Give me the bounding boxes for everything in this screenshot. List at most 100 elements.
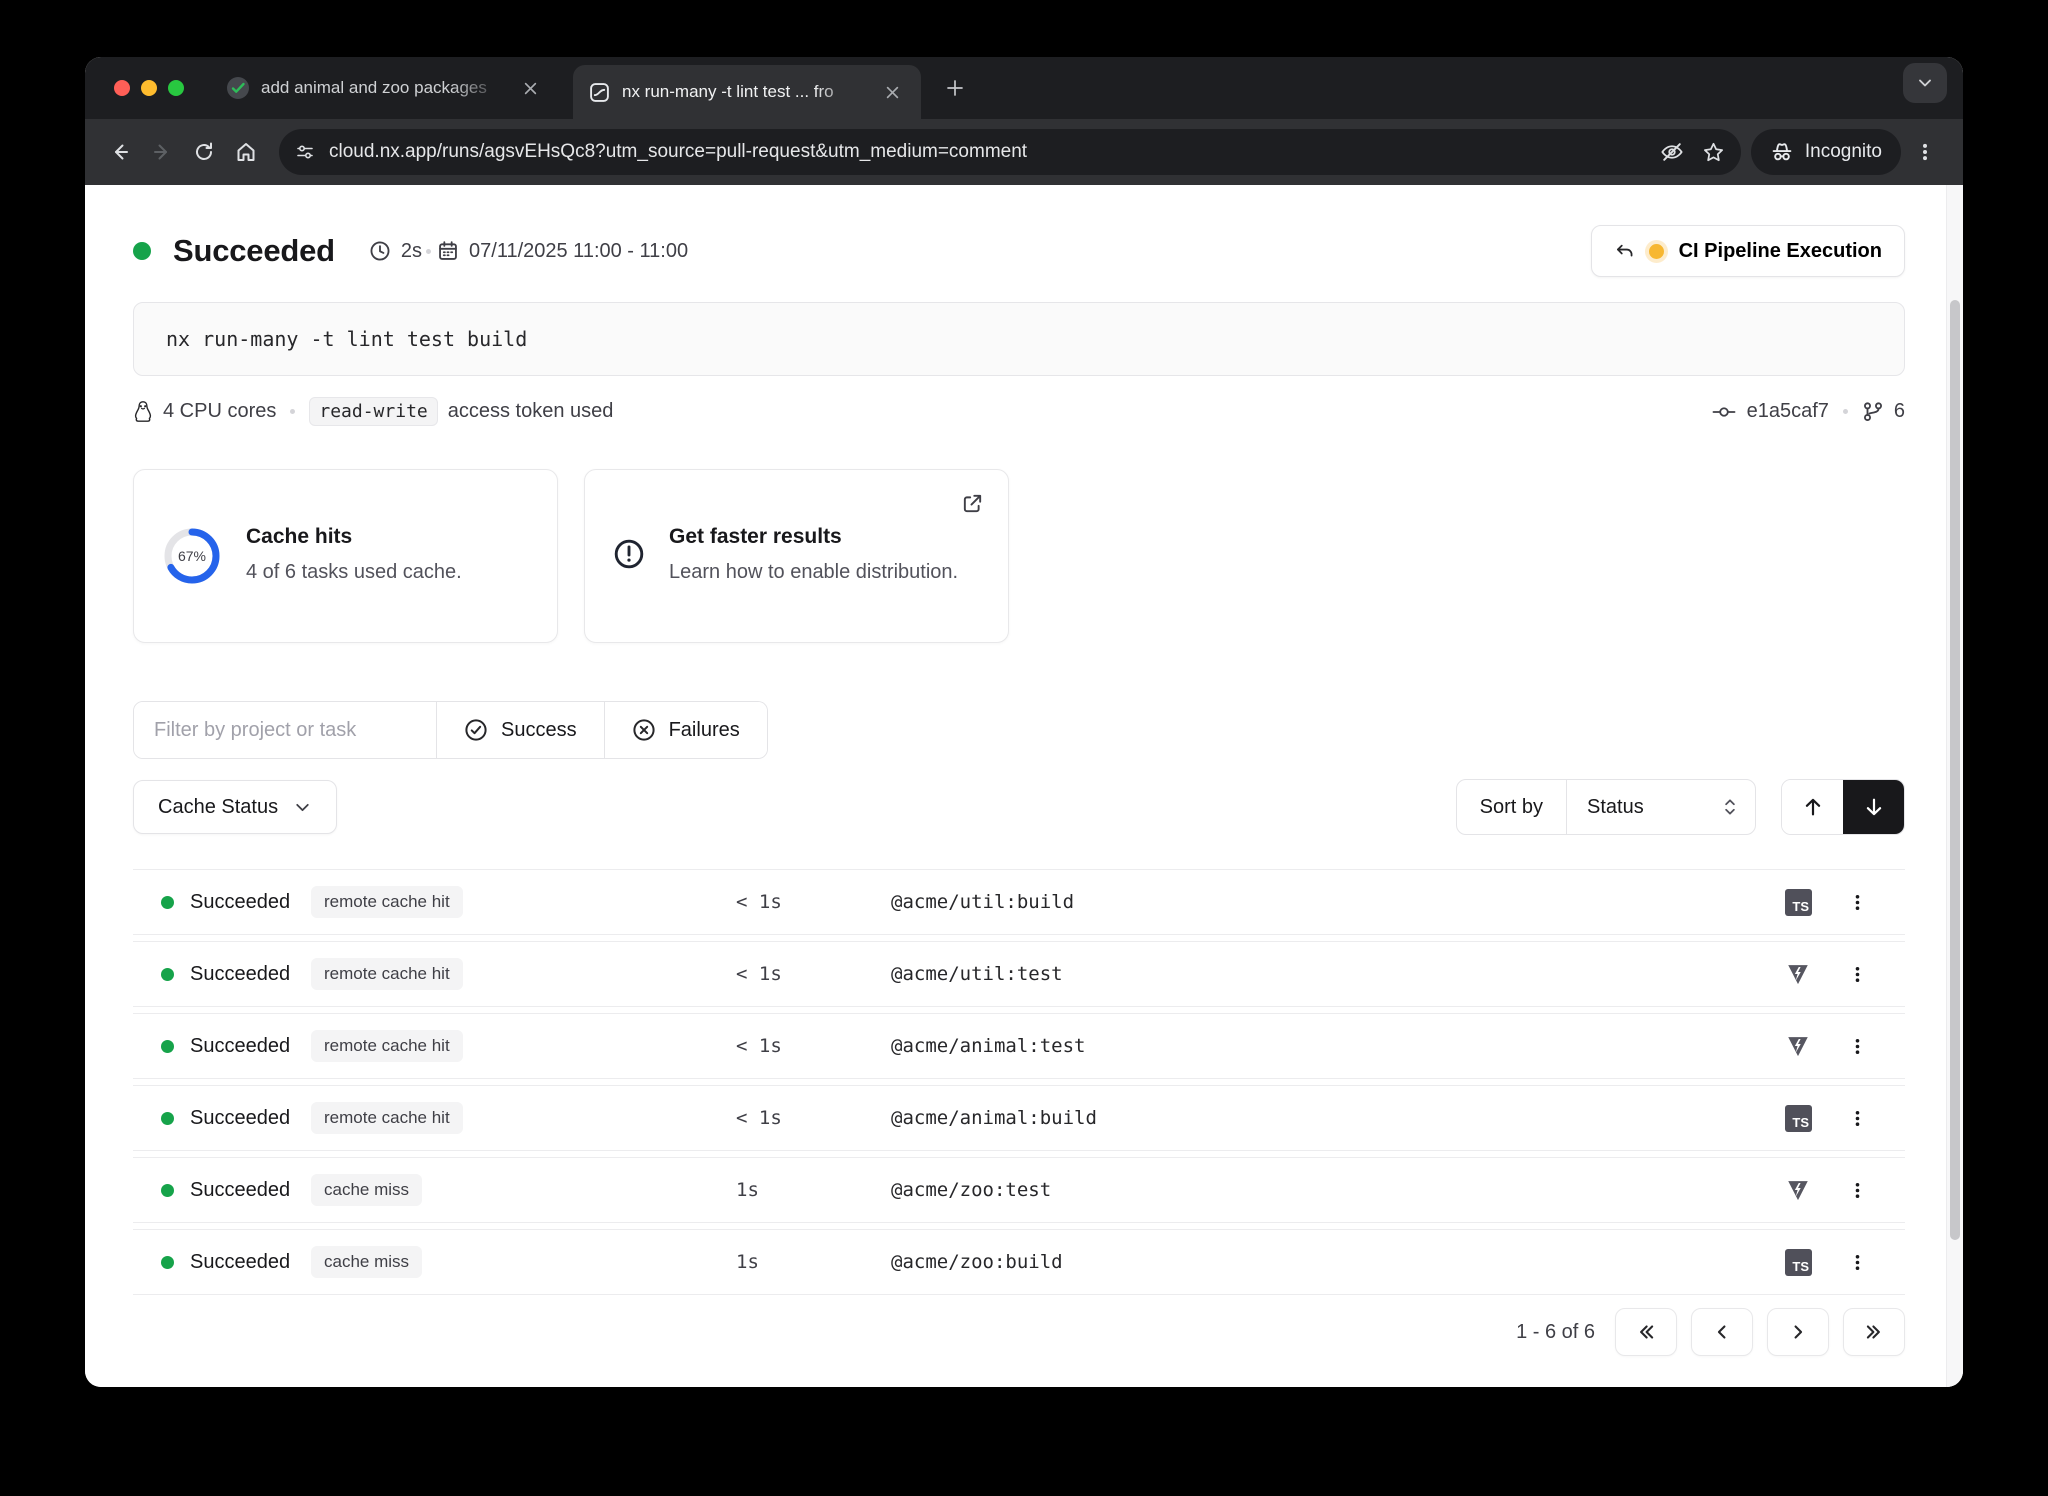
previous-page-button[interactable] [1691,1308,1753,1356]
table-row[interactable]: Succeeded remote cache hit < 1s @acme/ut… [133,941,1905,1007]
run-status-title: Succeeded [173,233,335,269]
close-tab-icon[interactable] [517,75,543,101]
linux-tux-icon [133,400,153,424]
address-bar[interactable]: cloud.nx.app/runs/agsvEHsQc8?utm_source=… [279,129,1741,175]
cache-status-badge: remote cache hit [311,886,463,918]
close-window-button[interactable] [114,80,130,96]
home-button[interactable] [225,131,267,173]
sort-ascending-button[interactable] [1782,780,1843,834]
sort-select[interactable]: Status [1567,780,1755,834]
row-menu-button[interactable] [1837,1037,1877,1056]
row-status-label: Succeeded [190,963,290,986]
access-token-suffix: access token used [448,400,614,423]
vitest-icon [1785,1033,1811,1059]
workflow-status-dot [1649,244,1664,259]
faster-results-card[interactable]: Get faster results Learn how to enable d… [584,469,1009,643]
row-menu-button[interactable] [1837,1109,1877,1128]
cache-status-badge: cache miss [311,1246,422,1278]
tab-search-button[interactable] [1903,63,1947,103]
row-status-label: Succeeded [190,1179,290,1202]
external-link-icon[interactable] [961,492,984,520]
page-scrollbar[interactable] [1946,185,1963,1387]
row-duration: 1s [736,1251,891,1273]
run-date-range: 07/11/2025 11:00 - 11:00 [437,240,688,263]
row-menu-button[interactable] [1837,1253,1877,1272]
arrow-down-icon [1863,796,1885,818]
reload-button[interactable] [183,131,225,173]
typescript-icon: TS [1785,1105,1812,1132]
table-row[interactable]: Succeeded remote cache hit < 1s @acme/an… [133,1085,1905,1151]
incognito-icon [1770,140,1794,164]
eye-slash-icon[interactable] [1660,140,1684,164]
sort-group: Sort by Status [1456,779,1756,835]
row-menu-button[interactable] [1837,965,1877,984]
tool-icon: TS [1767,1249,1837,1276]
row-status-label: Succeeded [190,891,290,914]
nx-cloud-page: Succeeded 2s 07/11/2025 11:00 - 11:00 CI… [85,185,1963,1387]
row-duration: 1s [736,1179,891,1201]
site-settings-icon[interactable] [295,142,315,162]
summary-cards: 67% Cache hits 4 of 6 tasks used cache. … [133,469,1905,643]
traffic-lights [114,80,184,96]
ci-pipeline-execution-button[interactable]: CI Pipeline Execution [1591,225,1905,277]
card-title: Cache hits [246,525,462,549]
filter-input[interactable] [134,702,436,758]
run-command: nx run-many -t lint test build [133,302,1905,376]
back-button[interactable] [99,131,141,173]
typescript-icon: TS [1785,1249,1812,1276]
cache-status-badge: cache miss [311,1174,422,1206]
run-status-dot [133,242,151,260]
tab-strip: add animal and zoo packages nx run-many … [85,57,1963,119]
next-page-button[interactable] [1767,1308,1829,1356]
table-row[interactable]: Succeeded cache miss 1s @acme/zoo:test [133,1157,1905,1223]
zoom-window-button[interactable] [168,80,184,96]
tab-pull-request[interactable]: add animal and zoo packages [227,75,549,101]
info-circle-icon [613,538,645,575]
row-task-name[interactable]: @acme/animal:test [891,1035,1767,1057]
table-row[interactable]: Succeeded remote cache hit < 1s @acme/an… [133,1013,1905,1079]
row-task-name[interactable]: @acme/animal:build [891,1107,1767,1129]
chevron-down-icon [293,798,312,817]
cache-percent-label: 67% [162,526,222,586]
run-meta-row: 4 CPU cores read-write access token used… [133,397,1905,426]
tool-icon [1767,1177,1837,1203]
card-title: Get faster results [669,525,959,549]
filter-success-button[interactable]: Success [437,702,604,758]
tab-title: nx run-many -t lint test ... fro [622,82,867,102]
table-row[interactable]: Succeeded remote cache hit < 1s @acme/ut… [133,869,1905,935]
browser-menu-button[interactable] [1905,131,1945,173]
commit-icon [1711,402,1737,422]
first-page-button[interactable] [1615,1308,1677,1356]
filter-failures-button[interactable]: Failures [605,702,767,758]
new-tab-button[interactable] [939,72,971,104]
card-subtitle: 4 of 6 tasks used cache. [246,558,462,587]
minimize-window-button[interactable] [141,80,157,96]
row-task-name[interactable]: @acme/util:build [891,891,1767,913]
table-row[interactable]: Succeeded cache miss 1s @acme/zoo:build … [133,1229,1905,1295]
close-tab-icon[interactable] [879,79,905,105]
cpu-cores-label: 4 CPU cores [163,400,276,423]
forward-button[interactable] [141,131,183,173]
separator-dot [426,249,431,254]
tool-icon: TS [1767,889,1837,916]
row-menu-button[interactable] [1837,893,1877,912]
sort-direction-toggle [1781,779,1905,835]
bookmark-star-icon[interactable] [1702,141,1725,164]
last-page-button[interactable] [1843,1308,1905,1356]
row-menu-button[interactable] [1837,1181,1877,1200]
row-task-name[interactable]: @acme/util:test [891,963,1767,985]
cache-status-dropdown[interactable]: Cache Status [133,780,337,834]
branch-count[interactable]: 6 [1894,400,1905,423]
tab-nx-run[interactable]: nx run-many -t lint test ... fro [573,65,921,119]
commit-hash[interactable]: e1a5caf7 [1747,400,1829,423]
url-text[interactable]: cloud.nx.app/runs/agsvEHsQc8?utm_source=… [329,141,1642,163]
sort-descending-button[interactable] [1843,780,1904,834]
separator-dot [1843,409,1848,414]
row-task-name[interactable]: @acme/zoo:build [891,1251,1767,1273]
scrollbar-thumb[interactable] [1950,300,1960,1240]
chevrons-left-icon [1635,1321,1657,1343]
tool-icon [1767,961,1837,987]
github-pr-check-icon [227,77,249,99]
cache-hits-card[interactable]: 67% Cache hits 4 of 6 tasks used cache. [133,469,558,643]
row-task-name[interactable]: @acme/zoo:test [891,1179,1767,1201]
